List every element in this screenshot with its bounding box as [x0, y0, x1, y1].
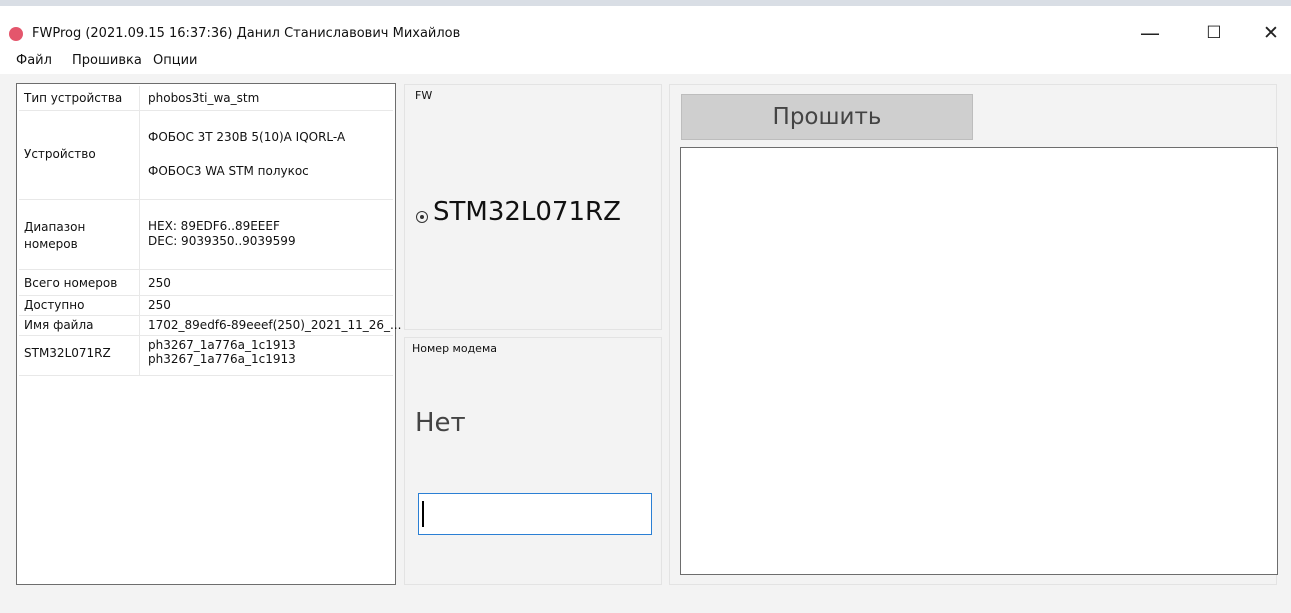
- available-label: Доступно: [24, 298, 85, 312]
- range-hex: HEX: 89EDF6..89EEEF: [148, 219, 280, 233]
- fw-group: FW STM32L071RZ: [404, 84, 662, 330]
- fw-radio-button[interactable]: [416, 211, 428, 223]
- range-label: Диапазон номеров: [24, 220, 86, 251]
- device-value-2: ФОБОС3 WA STM полукос: [148, 164, 309, 178]
- app-icon: [9, 27, 23, 41]
- menu-options[interactable]: Опции: [153, 53, 197, 68]
- info-row-total: Всего номеров 250: [19, 269, 393, 296]
- info-row-device: Устройство ФОБОС 3Т 230В 5(10)А IQORL-A …: [19, 110, 393, 200]
- device-info-table: Тип устройства phobos3ti_wa_stm Устройст…: [16, 83, 401, 585]
- info-row-available: Доступно 250: [19, 295, 393, 316]
- text-cursor: [422, 501, 424, 527]
- window-title: FWProg (2021.09.15 16:37:36) Данил Стани…: [32, 26, 461, 41]
- device-value-1: ФОБОС 3Т 230В 5(10)А IQORL-A: [148, 130, 346, 144]
- modem-group: Номер модема Нет: [404, 337, 662, 585]
- info-row-stm: STM32L071RZ ph3267_1a776a_1c1913 ph3267_…: [19, 335, 393, 376]
- device-type-label: Тип устройства: [24, 91, 123, 105]
- modem-number-input[interactable]: [418, 493, 652, 535]
- info-row-range: Диапазон номеров HEX: 89EDF6..89EEEF DEC…: [19, 199, 393, 270]
- info-row-device-type: Тип устройства phobos3ti_wa_stm: [19, 86, 393, 111]
- total-label: Всего номеров: [24, 276, 118, 290]
- title-bar: FWProg (2021.09.15 16:37:36) Данил Стани…: [0, 6, 1291, 48]
- close-button[interactable]: ✕: [1256, 20, 1286, 46]
- log-output-area[interactable]: [680, 147, 1278, 575]
- device-label: Устройство: [24, 147, 96, 161]
- fw-group-label: FW: [415, 89, 433, 102]
- modem-group-label: Номер модема: [412, 342, 497, 355]
- menu-bar: Файл Прошивка Опции: [0, 48, 1291, 74]
- available-value: 250: [148, 298, 171, 312]
- menu-file[interactable]: Файл: [16, 53, 52, 68]
- maximize-button[interactable]: ☐: [1199, 20, 1229, 46]
- flash-button[interactable]: Прошить: [681, 94, 973, 140]
- modem-status: Нет: [415, 408, 466, 438]
- info-row-filename: Имя файла 1702_89edf6-89eeef(250)_2021_1…: [19, 315, 401, 336]
- minimize-button[interactable]: —: [1135, 20, 1165, 46]
- menu-firmware[interactable]: Прошивка: [72, 53, 142, 68]
- range-dec: DEC: 9039350..9039599: [148, 234, 296, 248]
- stm-value-2: ph3267_1a776a_1c1913: [148, 352, 296, 366]
- total-value: 250: [148, 276, 171, 290]
- stm-label: STM32L071RZ: [24, 346, 111, 360]
- fw-option-label[interactable]: STM32L071RZ: [433, 197, 621, 227]
- filename-label: Имя файла: [24, 318, 94, 332]
- device-type-value: phobos3ti_wa_stm: [148, 91, 260, 105]
- stm-value-1: ph3267_1a776a_1c1913: [148, 338, 296, 352]
- filename-value: 1702_89edf6-89eeef(250)_2021_11_26_...: [148, 318, 402, 332]
